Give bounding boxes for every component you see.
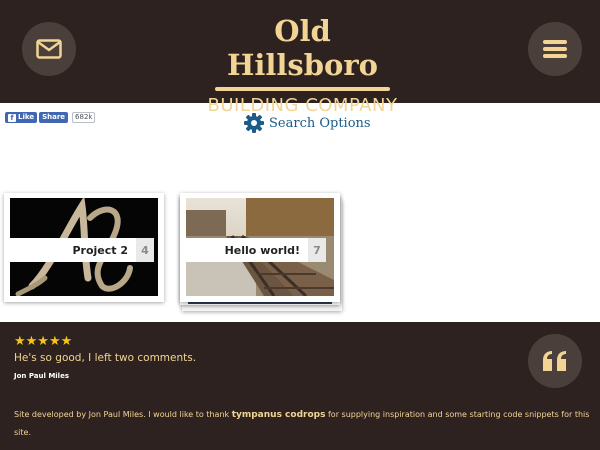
facebook-widget: f Like Share 682k [5,112,96,123]
search-options-link[interactable]: Search Options [244,113,371,133]
site-logo[interactable]: Old Hillsboro BUILDING COMPANY [205,14,400,116]
credits-prefix: Site developed by Jon Paul Miles. I woul… [14,410,232,419]
site-credits: Site developed by Jon Paul Miles. I woul… [14,406,594,441]
post-label-bar[interactable]: Hello world! 7 [186,238,326,262]
mail-icon [36,39,62,59]
comment-count: 7 [308,238,326,262]
like-count: 682k [72,112,96,123]
menu-button[interactable] [528,22,582,76]
quote-icon [543,351,566,371]
testimonial-quote: He's so good, I left two comments. [14,352,197,364]
share-label: Share [42,113,66,121]
gear-icon [244,113,264,133]
facebook-icon: f [8,113,16,122]
codrops-link[interactable]: tympanus codrops [232,410,326,420]
rating-stars: ★★★★★ [14,334,73,349]
hamburger-menu-icon [543,40,567,58]
testimonial-author: Jon Paul Miles [14,372,69,380]
facebook-share-button[interactable]: Share [39,112,69,123]
post-label-bar[interactable]: Project 2 4 [10,238,154,262]
site-header: Old Hillsboro BUILDING COMPANY [0,0,600,116]
post-title: Project 2 [72,243,128,257]
like-label: Like [18,113,35,121]
logo-divider [215,87,390,91]
mail-button[interactable] [22,22,76,76]
comment-count: 4 [136,238,154,262]
facebook-like-button[interactable]: f Like [5,112,38,123]
logo-title: Old Hillsboro [226,14,379,82]
post-title: Hello world! [224,243,300,257]
testimonials-button[interactable] [528,334,582,388]
search-options-label: Search Options [269,115,371,131]
